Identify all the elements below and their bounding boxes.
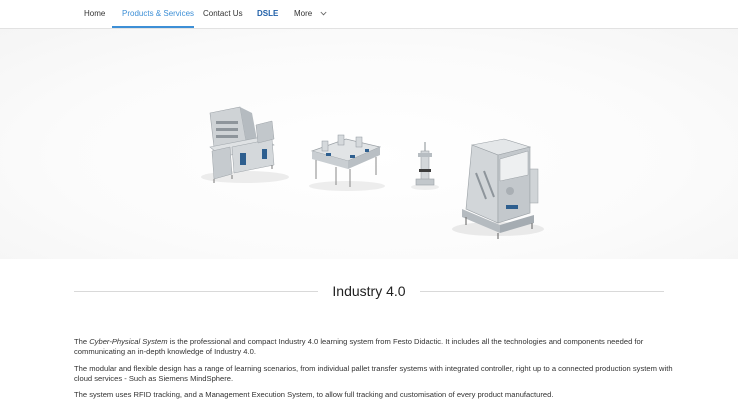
machine-module-1	[209, 106, 275, 183]
top-navigation-bar: Home Products & Services Contact Us DSLE…	[0, 0, 738, 29]
nav-products-services[interactable]: Products & Services	[122, 0, 194, 27]
p1-prefix: The	[74, 337, 90, 346]
machine-conveyor-loop	[310, 134, 382, 187]
nav-home[interactable]: Home	[84, 0, 105, 27]
dsle-logo-part2: LE	[268, 9, 279, 18]
active-tab-indicator	[112, 26, 194, 28]
paragraph-2: The modular and flexible design has a ra…	[74, 364, 673, 383]
nav-more[interactable]: More	[294, 0, 327, 27]
paragraph-3: The system uses RFID tracking, and a Man…	[74, 390, 554, 399]
nav-more-label: More	[294, 9, 313, 18]
paragraph-1: The Cyber-Physical System is the profess…	[74, 337, 674, 357]
dsle-logo-part1: DS	[257, 9, 269, 18]
hero-image	[0, 29, 738, 259]
section-heading: Industry 4.0	[0, 283, 738, 299]
p1-emphasis: Cyber-Physical System	[89, 337, 168, 346]
nav-contact-us[interactable]: Contact Us	[203, 0, 243, 27]
chevron-down-icon	[320, 12, 327, 16]
nav-dsle-logo[interactable]: DSLE	[257, 0, 278, 27]
machine-robot-arm	[415, 142, 435, 186]
machines-illustration	[201, 106, 544, 239]
section-title-text: Industry 4.0	[318, 283, 420, 299]
